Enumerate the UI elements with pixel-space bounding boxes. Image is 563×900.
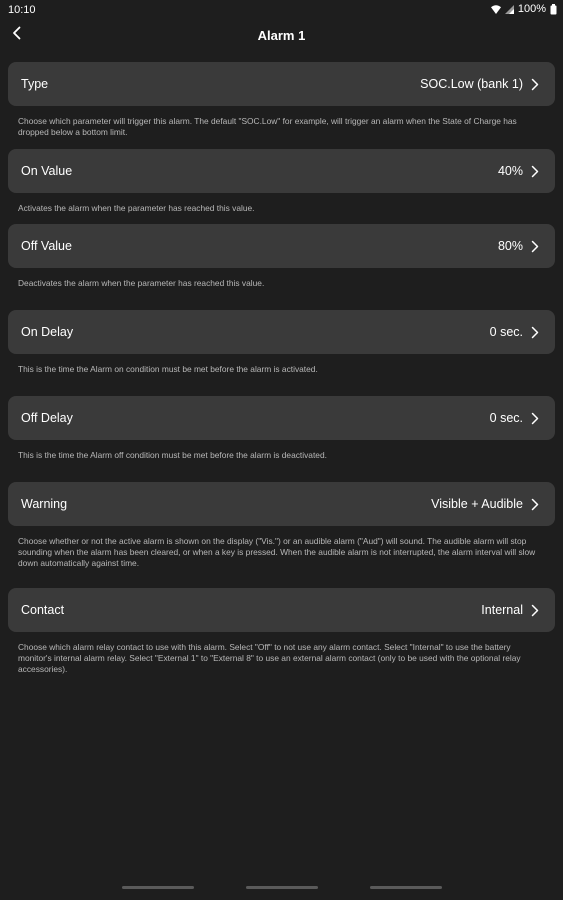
setting-row-off-value[interactable]: Off Value 80% (8, 224, 555, 268)
setting-label: Off Value (21, 239, 72, 253)
chevron-right-icon (531, 239, 541, 253)
battery-icon (550, 3, 557, 15)
setting-value: 0 sec. (489, 325, 523, 339)
setting-value: 40% (497, 164, 523, 178)
setting-label: Type (21, 77, 49, 91)
setting-row-type[interactable]: Type SOC.Low (bank 1) (8, 62, 555, 106)
status-icons: 100% (490, 3, 557, 15)
setting-description: Activates the alarm when the parameter h… (18, 203, 255, 213)
setting-value: SOC.Low (bank 1) (420, 77, 523, 91)
setting-value: 80% (497, 239, 523, 253)
setting-off-delay: Off Delay 0 sec. This is the time the Al… (8, 396, 555, 461)
app-header: Alarm 1 (0, 20, 563, 50)
chevron-right-icon (531, 164, 541, 178)
setting-row-on-delay[interactable]: On Delay 0 sec. (8, 310, 555, 354)
setting-value: Internal (481, 603, 523, 617)
setting-warning: Warning Visible + Audible Choose whether… (8, 482, 555, 569)
signal-icon (504, 4, 514, 14)
chevron-right-icon (531, 411, 541, 425)
setting-label: On Delay (21, 325, 74, 339)
battery-percent: 100% (517, 3, 546, 15)
setting-description: Deactivates the alarm when the parameter… (18, 278, 265, 288)
status-bar: 10:10 100% (0, 0, 563, 20)
setting-type: Type SOC.Low (bank 1) Choose which param… (8, 62, 555, 138)
chevron-right-icon (531, 77, 541, 91)
nav-handle[interactable] (246, 886, 318, 889)
chevron-right-icon (531, 325, 541, 339)
setting-description: Choose which alarm relay contact to use … (18, 642, 521, 674)
setting-description: Choose which parameter will trigger this… (18, 116, 517, 137)
chevron-right-icon (531, 497, 541, 511)
setting-value: 0 sec. (489, 411, 523, 425)
setting-on-value: On Value 40% Activates the alarm when th… (8, 149, 555, 214)
setting-row-off-delay[interactable]: Off Delay 0 sec. (8, 396, 555, 440)
wifi-icon (490, 4, 501, 14)
status-time: 10:10 (8, 4, 36, 16)
setting-label: Off Delay (21, 411, 73, 425)
nav-handle[interactable] (370, 886, 442, 889)
setting-off-value: Off Value 80% Deactivates the alarm when… (8, 224, 555, 289)
setting-contact: Contact Internal Choose which alarm rela… (8, 588, 555, 675)
setting-row-warning[interactable]: Warning Visible + Audible (8, 482, 555, 526)
setting-description: This is the time the Alarm off condition… (18, 450, 327, 460)
page-title: Alarm 1 (257, 28, 306, 43)
setting-label: Contact (21, 603, 65, 617)
chevron-right-icon (531, 603, 541, 617)
setting-row-contact[interactable]: Contact Internal (8, 588, 555, 632)
setting-label: Warning (21, 497, 68, 511)
nav-handle[interactable] (122, 886, 194, 889)
setting-description: This is the time the Alarm on condition … (18, 364, 318, 374)
setting-row-on-value[interactable]: On Value 40% (8, 149, 555, 193)
setting-on-delay: On Delay 0 sec. This is the time the Ala… (8, 310, 555, 375)
settings-list: Type SOC.Low (bank 1) Choose which param… (8, 62, 555, 675)
navigation-bar (0, 886, 563, 890)
setting-value: Visible + Audible (431, 497, 523, 511)
setting-label: On Value (21, 164, 73, 178)
setting-description: Choose whether or not the active alarm i… (18, 536, 536, 568)
